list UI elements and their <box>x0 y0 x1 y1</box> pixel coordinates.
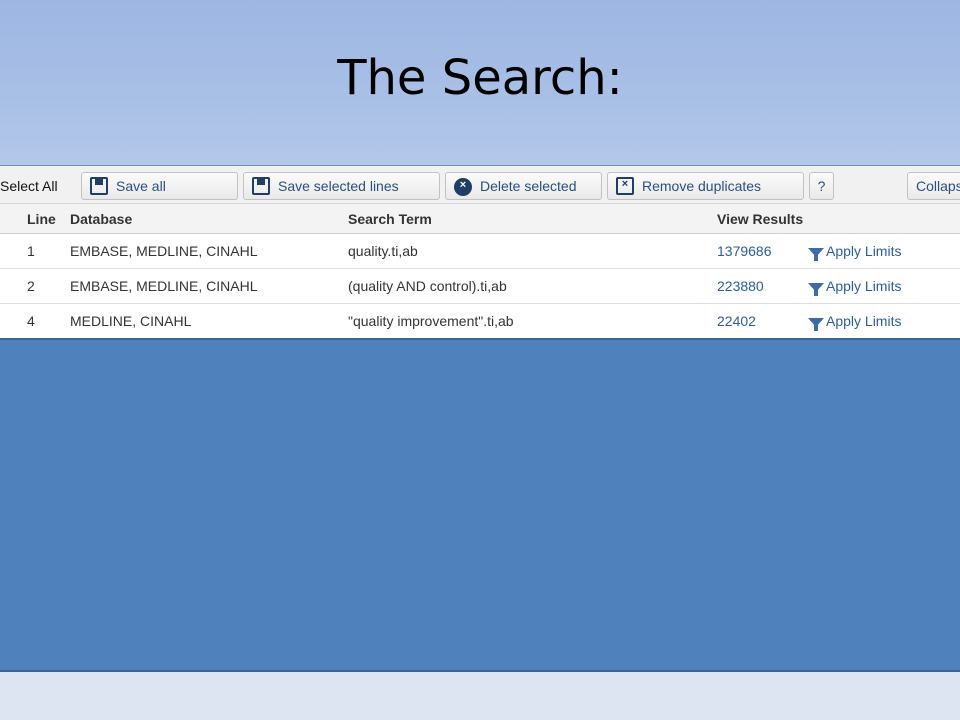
header-search-term: Search Term <box>348 211 432 227</box>
delete-selected-label: Delete selected <box>480 178 577 194</box>
x-circle-icon: × <box>454 177 472 196</box>
row-search-term: quality.ti,ab <box>348 243 418 259</box>
apply-limits-link[interactable]: Apply Limits <box>808 313 901 331</box>
row-database: EMBASE, MEDLINE, CINAHL <box>70 243 258 259</box>
save-selected-label: Save selected lines <box>278 178 399 194</box>
save-selected-lines-button[interactable]: Save selected lines <box>243 172 440 200</box>
select-all-checkbox-label[interactable]: Select All <box>0 178 58 194</box>
table-row: 2 EMBASE, MEDLINE, CINAHL (quality AND c… <box>0 269 960 304</box>
row-results-link[interactable]: 1379686 <box>717 243 772 259</box>
funnel-icon <box>808 283 824 296</box>
search-history-toolbar: Select All Save all Save selected lines … <box>0 166 960 204</box>
funnel-icon <box>808 318 824 331</box>
table-row: 4 MEDLINE, CINAHL "quality improvement".… <box>0 304 960 339</box>
row-results-link[interactable]: 22402 <box>717 313 756 329</box>
save-all-button[interactable]: Save all <box>81 172 238 200</box>
remove-duplicates-button[interactable]: × Remove duplicates <box>607 172 804 200</box>
row-line-number: 2 <box>27 278 35 294</box>
row-database: MEDLINE, CINAHL <box>70 313 192 329</box>
row-search-term: (quality AND control).ti,ab <box>348 278 507 294</box>
slide-footer-band <box>0 672 960 720</box>
table-row: 1 EMBASE, MEDLINE, CINAHL quality.ti,ab … <box>0 234 960 269</box>
collapse-button[interactable]: Collaps <box>907 172 960 200</box>
funnel-icon <box>808 248 824 261</box>
apply-limits-link[interactable]: Apply Limits <box>808 278 901 296</box>
row-database: EMBASE, MEDLINE, CINAHL <box>70 278 258 294</box>
row-results-link[interactable]: 223880 <box>717 278 764 294</box>
header-line: Line <box>27 211 56 227</box>
slide-title: The Search: <box>337 50 623 106</box>
remove-duplicates-label: Remove duplicates <box>642 178 762 194</box>
floppy-disk-icon <box>252 177 270 195</box>
slide-body-band <box>0 338 960 672</box>
row-line-number: 4 <box>27 313 35 329</box>
row-search-term: "quality improvement".ti,ab <box>348 313 514 329</box>
header-view-results: View Results <box>717 211 804 227</box>
header-database: Database <box>70 211 133 227</box>
floppy-disk-icon <box>90 177 108 195</box>
apply-limits-link[interactable]: Apply Limits <box>808 243 901 261</box>
row-line-number: 1 <box>27 243 35 259</box>
save-all-label: Save all <box>116 178 166 194</box>
table-header: Line Database Search Term View Results <box>0 204 960 234</box>
delete-selected-button[interactable]: × Delete selected <box>445 172 602 200</box>
remove-box-icon: × <box>616 177 634 195</box>
search-history-panel: Select All Save all Save selected lines … <box>0 165 960 339</box>
help-button[interactable]: ? <box>809 172 834 200</box>
